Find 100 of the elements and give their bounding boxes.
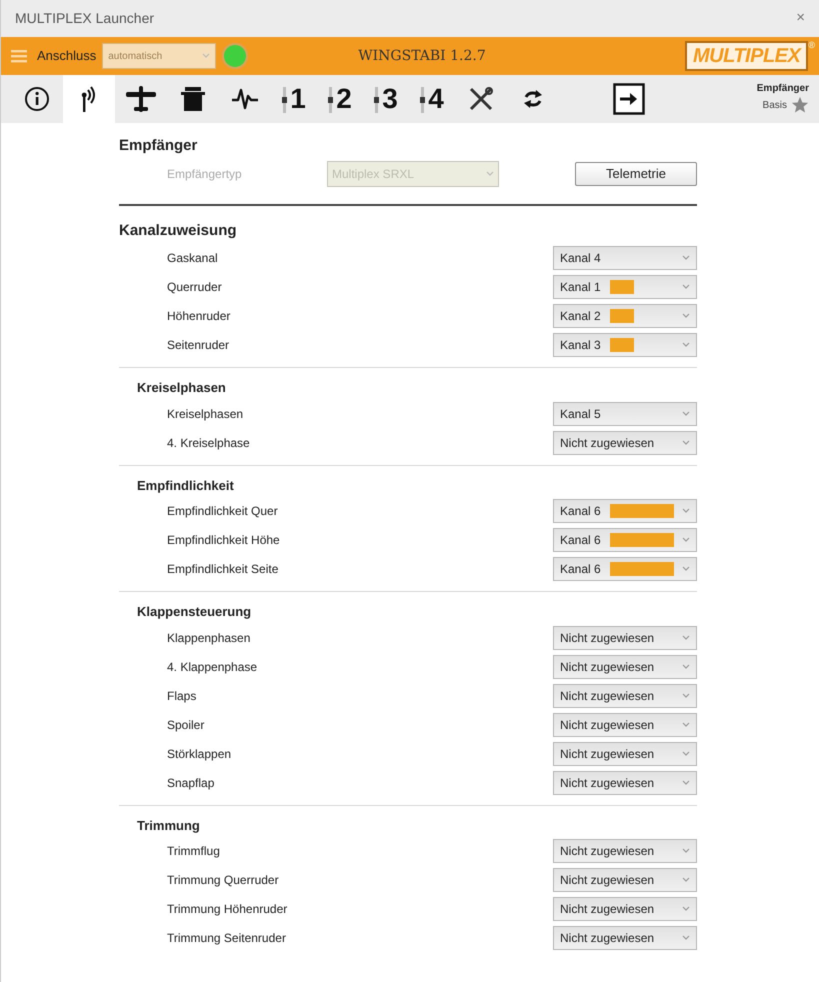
channel-dropdown[interactable]: Nicht zugewiesen xyxy=(553,654,697,678)
chevron-icon xyxy=(682,566,690,572)
signal-bar xyxy=(610,504,674,518)
chevron-icon xyxy=(682,342,690,348)
window-title: MULTIPLEX Launcher xyxy=(15,9,154,28)
signal-bar xyxy=(610,280,634,294)
receiver-type-label: Empfängertyp xyxy=(167,166,243,182)
setting-label: Seitenruder xyxy=(167,337,230,354)
toolbar-tab[interactable]: 1 xyxy=(271,75,317,123)
toolbar-tab[interactable]: 4 xyxy=(409,75,455,123)
chevron-icon xyxy=(682,313,690,319)
output-number: 2 xyxy=(336,85,352,113)
channel-dropdown[interactable]: Nicht zugewiesen xyxy=(553,839,697,863)
chevron-icon xyxy=(682,634,690,640)
section-title: Kanalzuweisung xyxy=(119,220,238,240)
channel-dropdown[interactable]: Kanal 3 xyxy=(553,333,697,357)
section-title: Empfindlichkeit xyxy=(137,476,235,495)
section-title: Kreiselphasen xyxy=(137,379,227,397)
device-version: WINGSTABI 1.2.7 xyxy=(358,46,486,66)
section-title: Empfänger xyxy=(119,136,198,156)
channel-dropdown[interactable]: Nicht zugewiesen xyxy=(553,897,697,921)
setting-label: Trimmung Höhenruder xyxy=(167,901,288,918)
channel-dropdown[interactable]: Kanal 4 xyxy=(553,246,697,270)
setting-label: Trimmung Seitenruder xyxy=(167,930,286,947)
slider-icon xyxy=(282,87,288,113)
servo-icon xyxy=(179,85,207,113)
chevron-icon xyxy=(682,906,690,912)
channel-dropdown[interactable]: Nicht zugewiesen xyxy=(553,868,697,892)
registered-mark: ® xyxy=(808,41,815,50)
setting-label: Trimmflug xyxy=(167,843,220,860)
chevron-icon xyxy=(682,664,690,670)
chevron-icon xyxy=(682,284,690,290)
star-icon xyxy=(791,96,809,114)
connection-label: Anschluss xyxy=(37,47,96,66)
toolbar-tab[interactable] xyxy=(63,75,115,123)
setting-label: Flaps xyxy=(167,688,196,704)
chevron-icon xyxy=(682,508,690,514)
setting-label: Empfindlichkeit Seite xyxy=(167,561,278,578)
chevron-icon xyxy=(682,722,690,728)
telemetry-button[interactable]: Telemetrie xyxy=(575,162,697,186)
channel-dropdown[interactable]: Kanal 6 xyxy=(553,528,697,552)
chevron-icon xyxy=(486,170,494,176)
setting-label: Spoiler xyxy=(167,716,204,734)
toolbar-tab[interactable]: 2 xyxy=(317,75,363,123)
setting-label: Kreiselphasen xyxy=(167,406,244,422)
channel-dropdown[interactable]: Nicht zugewiesen xyxy=(553,770,697,794)
setting-label: Trimmung Querruder xyxy=(167,872,279,889)
setting-label: Querruder xyxy=(167,279,222,296)
setting-label: Höhenruder xyxy=(167,308,230,325)
setting-label: Snapflap xyxy=(167,774,214,792)
channel-dropdown[interactable]: Nicht zugewiesen xyxy=(553,684,697,708)
toolbar-tab[interactable]: 3 xyxy=(363,75,409,123)
chevron-icon xyxy=(682,935,690,941)
section-title: Klappensteuerung xyxy=(137,603,252,621)
setting-label: Empfindlichkeit Höhe xyxy=(167,532,280,549)
setting-label: Klappenphasen xyxy=(167,630,250,646)
waveform-icon xyxy=(230,87,260,111)
channel-dropdown[interactable]: Kanal 5 xyxy=(553,402,697,426)
setting-label: 4. Kreiselphase xyxy=(167,434,250,452)
exit-icon xyxy=(613,83,645,115)
output-number: 1 xyxy=(290,85,306,113)
signal-bar xyxy=(610,562,674,576)
chevron-icon xyxy=(682,255,690,261)
signal-bar xyxy=(610,533,674,547)
setting-label: Gaskanal xyxy=(167,250,218,267)
slider-icon xyxy=(328,87,334,113)
tools-icon xyxy=(468,86,494,112)
output-number: 4 xyxy=(428,85,444,113)
channel-dropdown[interactable]: Nicht zugewiesen xyxy=(553,626,697,650)
signal-bar xyxy=(610,338,634,352)
chevron-icon xyxy=(682,750,690,756)
slider-icon xyxy=(420,87,426,113)
chevron-icon xyxy=(682,780,690,786)
channel-dropdown[interactable]: Nicht zugewiesen xyxy=(553,712,697,736)
chevron-icon xyxy=(682,440,690,446)
airplane-icon xyxy=(125,84,157,114)
chevron-icon xyxy=(682,692,690,698)
chevron-icon xyxy=(682,410,690,416)
channel-dropdown[interactable]: Kanal 6 xyxy=(553,499,697,523)
channel-dropdown[interactable]: Nicht zugewiesen xyxy=(553,742,697,766)
slider-icon xyxy=(374,87,380,113)
signal-bar xyxy=(610,309,634,323)
channel-dropdown[interactable]: Nicht zugewiesen xyxy=(553,430,697,454)
output-number: 3 xyxy=(382,85,398,113)
channel-dropdown[interactable]: Nicht zugewiesen xyxy=(553,926,697,950)
setting-label: 4. Klappenphase xyxy=(167,658,258,676)
chevron-icon xyxy=(682,877,690,883)
mode-level: Basis xyxy=(762,98,787,112)
close-button[interactable]: × xyxy=(796,7,805,30)
mode-title: Empfänger xyxy=(756,82,809,96)
chevron-icon xyxy=(202,53,210,59)
channel-dropdown[interactable]: Kanal 1 xyxy=(553,275,697,299)
brand-logo: MULTIPLEX xyxy=(685,41,808,71)
info-icon xyxy=(24,86,50,112)
setting-label: Empfindlichkeit Quer xyxy=(167,503,278,520)
chevron-icon xyxy=(682,537,690,543)
setting-label: Störklappen xyxy=(167,746,232,762)
chevron-icon xyxy=(682,848,690,854)
channel-dropdown[interactable]: Kanal 6 xyxy=(553,557,697,581)
channel-dropdown[interactable]: Kanal 2 xyxy=(553,304,697,328)
